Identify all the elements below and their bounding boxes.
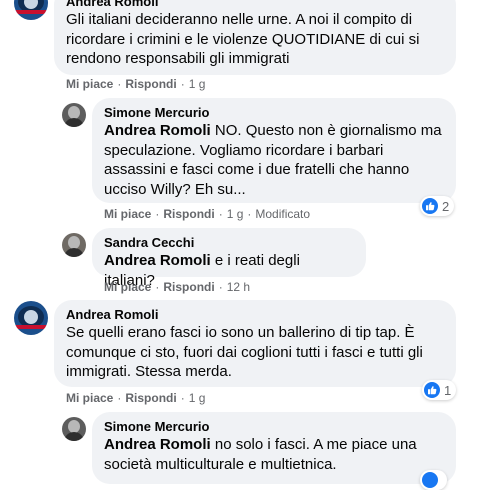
avatar[interactable]: [62, 233, 86, 257]
comment-bubble: Sandra Cecchi Andrea Romoli e i reati de…: [92, 228, 366, 289]
mention-link[interactable]: Andrea Romoli: [104, 122, 211, 139]
comment-text: Andrea Romoli no solo i fasci. A me piac…: [104, 435, 444, 474]
comment-actions: Mi piace · Rispondi · 1 g: [66, 77, 206, 91]
reaction-count: 1: [444, 382, 452, 398]
avatar[interactable]: [14, 301, 48, 335]
like-button[interactable]: Mi piace: [66, 391, 113, 405]
avatar[interactable]: [14, 0, 48, 20]
mention-link[interactable]: Andrea Romoli: [104, 436, 211, 453]
like-button[interactable]: Mi piace: [104, 207, 151, 221]
reply-button[interactable]: Rispondi: [163, 207, 214, 221]
like-button[interactable]: Mi piace: [104, 280, 151, 294]
reaction-badge-partial[interactable]: [420, 470, 447, 490]
comment-bubble: Simone Mercurio Andrea Romoli no solo i …: [92, 412, 456, 484]
comment-bubble: Simone Mercurio Andrea Romoli NO. Questo…: [92, 98, 456, 203]
comment-bubble: Andrea Romoli Se quelli erano fasci io s…: [54, 300, 456, 387]
reply-button[interactable]: Rispondi: [125, 391, 176, 405]
edited-label[interactable]: Modificato: [255, 207, 310, 221]
comment-actions: Mi piace · Rispondi · 1 g · Modificato: [104, 207, 311, 221]
comment-author[interactable]: Andrea Romoli: [66, 0, 444, 10]
comment-text: Gli italiani decideranno nelle urne. A n…: [66, 11, 420, 67]
reaction-badge[interactable]: 1: [422, 380, 457, 400]
comment-time[interactable]: 1 g: [189, 77, 206, 91]
avatar[interactable]: [62, 103, 86, 127]
like-button[interactable]: Mi piace: [66, 77, 113, 91]
comment-bubble: Andrea Romoli Gli italiani decideranno n…: [54, 0, 456, 75]
reply-button[interactable]: Rispondi: [125, 77, 176, 91]
reaction-count: 2: [442, 198, 450, 214]
comment-author[interactable]: Simone Mercurio: [104, 105, 444, 121]
comment-author[interactable]: Andrea Romoli: [66, 307, 444, 323]
reply-button[interactable]: Rispondi: [163, 280, 214, 294]
comment-author[interactable]: Simone Mercurio: [104, 419, 444, 435]
comment-time[interactable]: 1 g: [189, 391, 206, 405]
comment-author[interactable]: Sandra Cecchi: [104, 235, 354, 251]
avatar[interactable]: [62, 417, 86, 441]
comment-text: Se quelli erano fasci io sono un balleri…: [66, 324, 423, 380]
mention-link[interactable]: Andrea Romoli: [104, 252, 211, 269]
like-icon: [422, 472, 438, 488]
comment-time[interactable]: 1 g: [227, 207, 244, 221]
comment-text: Andrea Romoli NO. Questo non è giornalis…: [104, 121, 444, 199]
like-icon: [422, 198, 438, 214]
comment-actions: Mi piace · Rispondi · 1 g: [66, 391, 206, 405]
like-icon: [424, 382, 440, 398]
comment-time[interactable]: 12 h: [227, 280, 250, 294]
comment-actions: Mi piace · Rispondi · 12 h: [104, 280, 251, 294]
reaction-badge[interactable]: 2: [420, 196, 455, 216]
